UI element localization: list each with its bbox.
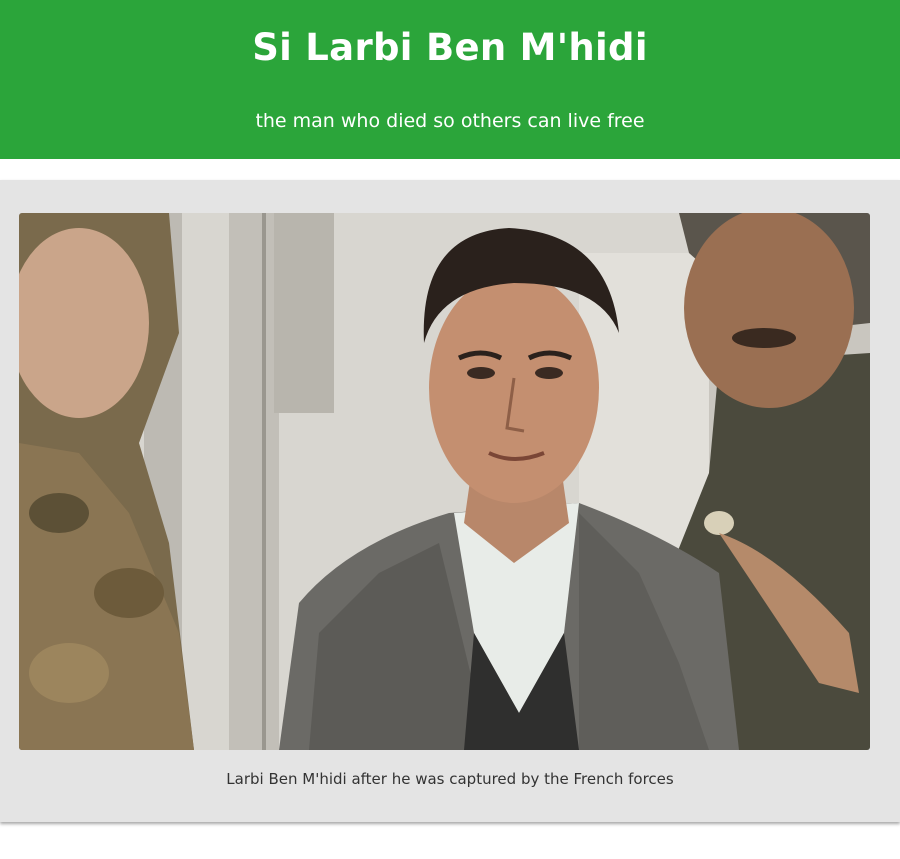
page-header: Si Larbi Ben M'hidi the man who died so …	[0, 0, 900, 159]
page-subtitle: the man who died so others can live free	[255, 110, 645, 132]
portrait-photo	[19, 213, 870, 750]
figure-card: Larbi Ben M'hidi after he was captured b…	[0, 180, 900, 822]
portrait-illustration	[19, 213, 870, 750]
photo-caption: Larbi Ben M'hidi after he was captured b…	[226, 770, 674, 788]
page-title: Si Larbi Ben M'hidi	[252, 26, 648, 69]
